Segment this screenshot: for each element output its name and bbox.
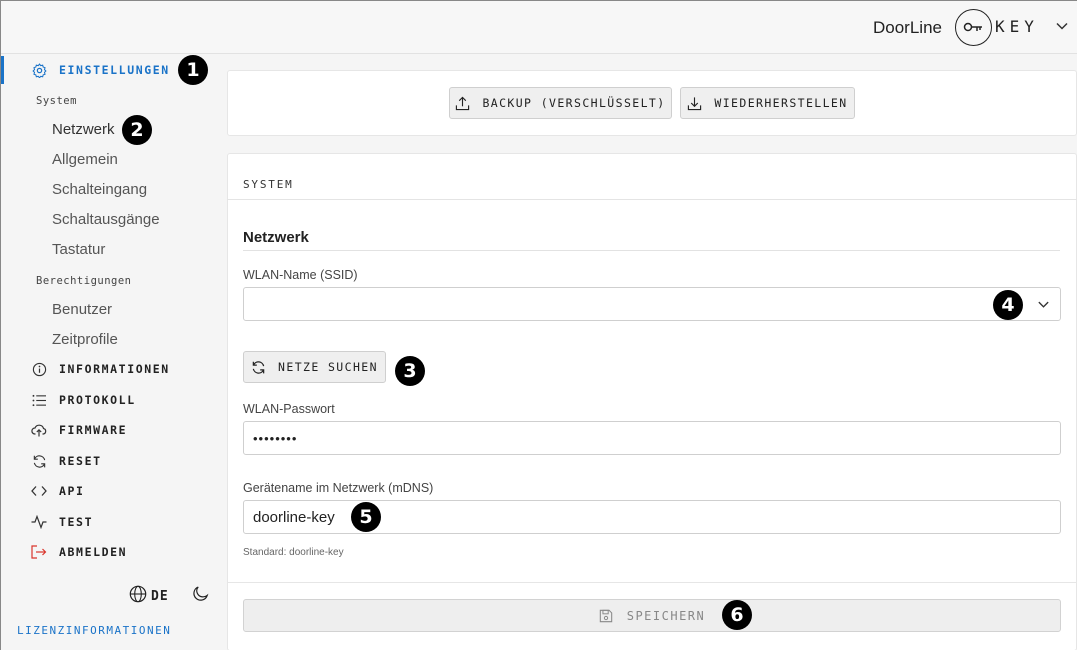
ssid-select[interactable]	[243, 287, 1061, 321]
language-switcher[interactable]: DE	[129, 585, 169, 608]
sidebar: EINSTELLUNGEN System Netzwerk Allgemein …	[1, 54, 226, 650]
network-heading: Netzwerk	[243, 229, 309, 246]
dark-mode-moon-icon[interactable]	[192, 585, 209, 607]
refresh-icon	[31, 453, 47, 469]
callout-badge-2: 2	[122, 115, 152, 145]
nav-api[interactable]: API	[31, 481, 85, 501]
nav-firmware[interactable]: FIRMWARE	[31, 420, 127, 440]
scan-networks-label: NETZE SUCHEN	[278, 360, 378, 374]
license-link[interactable]: LIZENZINFORMATIONEN	[17, 624, 171, 637]
restore-button-label: WIEDERHERSTELLEN	[714, 96, 848, 110]
nav-test[interactable]: TEST	[31, 512, 93, 532]
restore-button[interactable]: WIEDERHERSTELLEN	[680, 87, 855, 119]
language-code: DE	[151, 589, 169, 604]
sidebar-item-network[interactable]: Netzwerk	[52, 121, 115, 138]
chevron-down-icon	[1037, 298, 1050, 315]
ssid-label: WLAN-Name (SSID)	[243, 268, 358, 282]
callout-badge-4: 4	[993, 290, 1023, 320]
brand-name: DoorLine	[873, 18, 942, 37]
upload-icon	[456, 96, 470, 110]
sidebar-item-general[interactable]: Allgemein	[52, 151, 118, 168]
divider	[243, 250, 1060, 251]
info-icon	[31, 361, 47, 377]
hostname-hint: Standard: doorline-key	[243, 547, 344, 558]
cloud-upload-icon	[31, 422, 47, 438]
list-icon	[31, 392, 47, 408]
save-button[interactable]: SPEICHERN	[243, 599, 1061, 632]
save-button-label: SPEICHERN	[626, 608, 706, 623]
callout-badge-5: 5	[351, 502, 381, 532]
activity-icon	[31, 514, 47, 530]
hostname-value: doorline-key	[253, 508, 335, 526]
password-field[interactable]: ••••••••	[243, 421, 1061, 455]
nav-logout[interactable]: ABMELDEN	[31, 542, 127, 562]
callout-badge-3: 3	[395, 356, 425, 386]
nav-protokoll[interactable]: PROTOKOLL	[31, 390, 136, 410]
nav-settings-label: EINSTELLUNGEN	[59, 63, 170, 77]
password-label: WLAN-Passwort	[243, 402, 335, 416]
active-indicator	[1, 56, 4, 84]
password-value: ••••••••	[253, 430, 298, 446]
nav-informationen[interactable]: INFORMATIONEN	[31, 359, 170, 379]
scan-networks-button[interactable]: NETZE SUCHEN	[243, 351, 386, 383]
key-logo-icon	[955, 9, 992, 46]
sidebar-item-keypad[interactable]: Tastatur	[52, 241, 105, 258]
download-icon	[688, 96, 702, 110]
nav-firmware-label: FIRMWARE	[59, 423, 128, 437]
nav-group-permissions: Berechtigungen	[36, 275, 132, 287]
gear-icon	[31, 62, 47, 78]
code-icon	[31, 483, 47, 499]
divider	[227, 199, 1077, 200]
hostname-label: Gerätename im Netzwerk (mDNS)	[243, 481, 434, 495]
logout-icon	[31, 544, 47, 560]
app-header: DoorLine KEY	[1, 1, 1077, 54]
system-card	[227, 153, 1077, 650]
nav-group-system: System	[36, 95, 77, 107]
account-menu-chevron-icon[interactable]	[1055, 19, 1069, 38]
nav-api-label: API	[59, 484, 85, 498]
nav-reset-label: RESET	[59, 454, 102, 468]
save-icon	[599, 609, 612, 622]
nav-informationen-label: INFORMATIONEN	[59, 362, 170, 376]
sidebar-item-users[interactable]: Benutzer	[52, 301, 112, 318]
nav-reset[interactable]: RESET	[31, 451, 102, 471]
brand-suffix: KEY	[995, 17, 1039, 36]
sidebar-item-switch-input[interactable]: Schalteingang	[52, 181, 147, 198]
refresh-icon	[252, 360, 265, 374]
globe-icon	[129, 585, 147, 608]
sidebar-item-time-profiles[interactable]: Zeitprofile	[52, 331, 118, 348]
callout-badge-6: 6	[722, 600, 752, 630]
section-title: SYSTEM	[243, 178, 294, 191]
nav-test-label: TEST	[59, 515, 94, 529]
callout-badge-1: 1	[178, 55, 208, 85]
divider	[227, 582, 1077, 583]
nav-settings[interactable]: EINSTELLUNGEN	[31, 60, 170, 80]
backup-button-label: BACKUP (VERSCHLÜSSELT)	[482, 96, 666, 110]
backup-button[interactable]: BACKUP (VERSCHLÜSSELT)	[449, 87, 672, 119]
nav-protokoll-label: PROTOKOLL	[59, 393, 136, 407]
sidebar-item-switch-outputs[interactable]: Schaltausgänge	[52, 211, 160, 228]
nav-logout-label: ABMELDEN	[59, 545, 128, 559]
